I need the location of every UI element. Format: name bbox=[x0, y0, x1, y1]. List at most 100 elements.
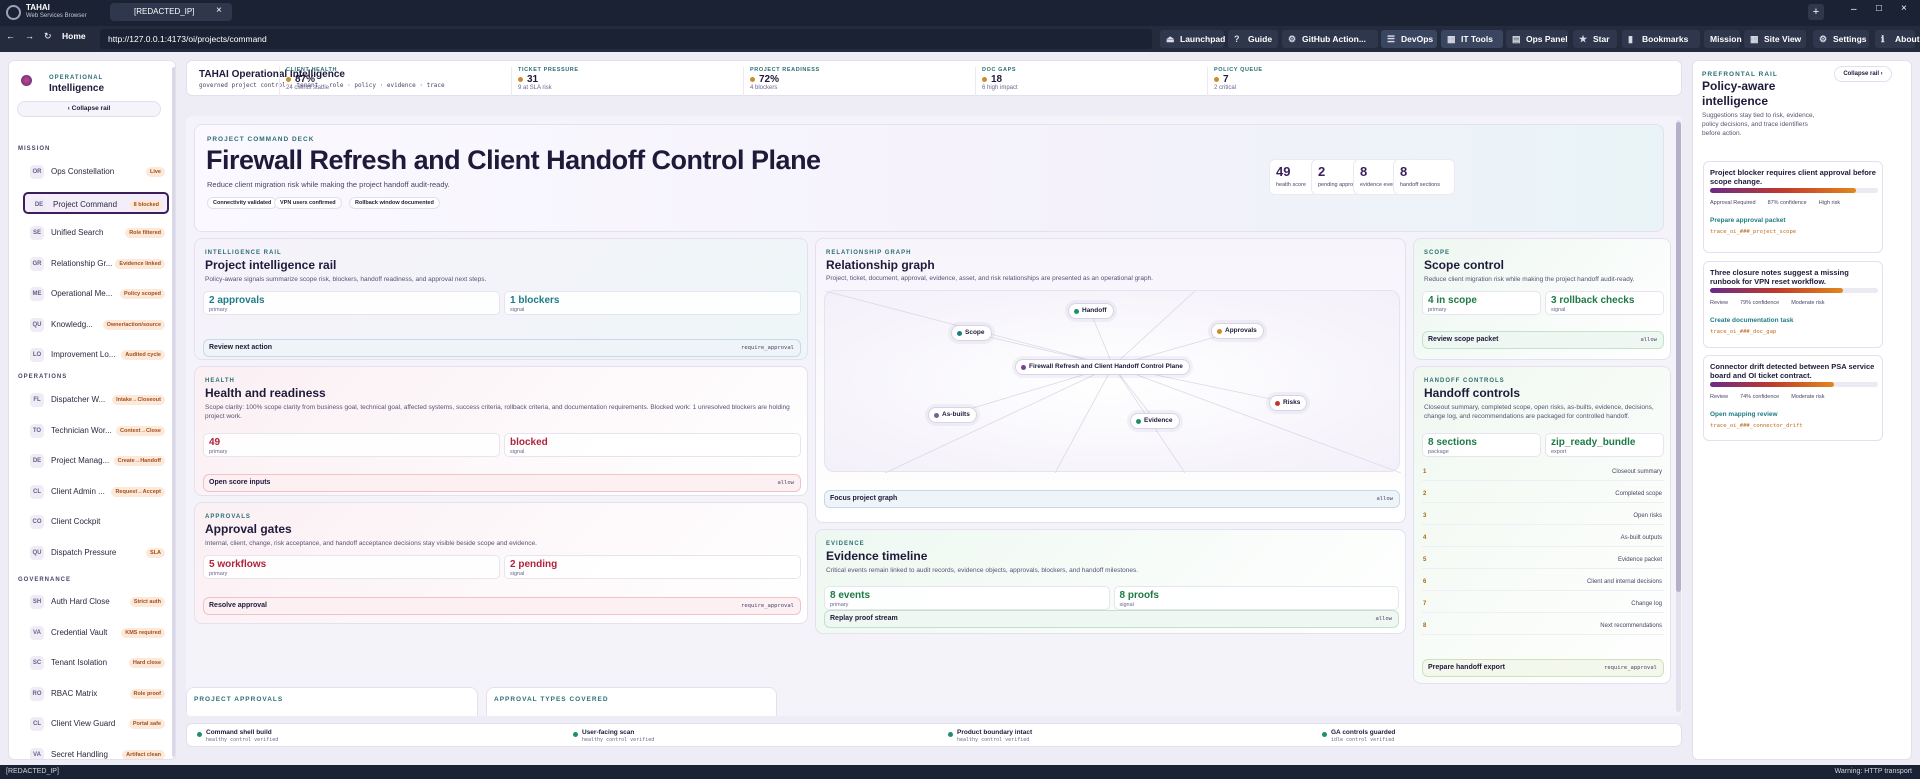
collapse-rail-button[interactable]: ‹ Collapse rail bbox=[17, 101, 161, 117]
handoff-row[interactable]: 6 Client and internal decisions bbox=[1422, 573, 1664, 591]
handoff-row[interactable]: 7 Change log bbox=[1422, 595, 1664, 613]
toolbar-button-github-action-[interactable]: ⚙ GitHub Action... bbox=[1282, 30, 1378, 48]
node-dot-icon bbox=[1074, 309, 1079, 314]
control-check: Command shell build healthy control verif… bbox=[197, 726, 557, 746]
metric-primary: 4 in scope primary bbox=[1422, 291, 1541, 315]
card-action-button[interactable]: Review next action require_approval bbox=[203, 339, 801, 357]
toolbar-button-settings[interactable]: ⚙ Settings bbox=[1813, 30, 1869, 48]
toolbar-button-label: Site View bbox=[1764, 34, 1802, 44]
card-action-button[interactable]: Review scope packet allow bbox=[1422, 331, 1664, 349]
card-title: Evidence timeline bbox=[826, 549, 928, 563]
focus-graph-button[interactable]: Focus project graph allow bbox=[824, 490, 1400, 508]
suggestion-link[interactable]: Open mapping review bbox=[1710, 411, 1778, 418]
sidebar-item-ops-constellation[interactable]: OR Ops Constellation Live bbox=[23, 161, 169, 183]
graph-node-approvals[interactable]: Approvals bbox=[1211, 323, 1264, 339]
graph-node-handoff[interactable]: Handoff bbox=[1068, 303, 1114, 319]
toolbar-button-label: About bbox=[1895, 34, 1920, 44]
address-bar[interactable]: http://127.0.0.1:4173/oi/projects/comman… bbox=[100, 29, 1152, 49]
sidebar-item-improvement-lo[interactable]: LO Improvement Lo... Audited cycle bbox=[23, 344, 169, 366]
handoff-row[interactable]: 2 Completed scope bbox=[1422, 485, 1664, 503]
handoff-row[interactable]: 8 Next recommendations bbox=[1422, 617, 1664, 635]
action-label: Review scope packet bbox=[1428, 336, 1499, 343]
toolbar-icon: ▦ bbox=[1750, 34, 1759, 44]
sidebar-item-rbac-matrix[interactable]: RO RBAC Matrix Role proof bbox=[23, 683, 169, 705]
handoff-row[interactable]: 3 Open risks bbox=[1422, 507, 1664, 525]
sidebar-item-dispatcher-w[interactable]: FL Dispatcher W... Intake→Closeout bbox=[23, 389, 169, 411]
graph-desc: Project, ticket, document, approval, evi… bbox=[826, 275, 1153, 282]
toolbar-button-about[interactable]: ℹ About bbox=[1875, 30, 1920, 48]
toolbar-button-launchpad[interactable]: ⏏ Launchpad bbox=[1160, 30, 1225, 48]
main-scroll-thumb[interactable] bbox=[1676, 122, 1681, 592]
graph-node-center[interactable]: Firewall Refresh and Client Handoff Cont… bbox=[1015, 359, 1190, 375]
main-scrollbar[interactable] bbox=[1676, 120, 1681, 712]
row-text: Change log bbox=[1631, 601, 1662, 607]
card-action-button[interactable]: Resolve approval require_approval bbox=[203, 597, 801, 615]
nav-badge: Hard close bbox=[128, 658, 165, 668]
toolbar-button-star[interactable]: ★ Star bbox=[1573, 30, 1617, 48]
nav-badge: Create→Handoff bbox=[113, 456, 165, 466]
graph-node-asbuilts[interactable]: As-builts bbox=[928, 407, 977, 423]
kpi-label: DOC GAPS bbox=[982, 67, 1017, 73]
toolbar-button-devops[interactable]: ☰ DevOps bbox=[1381, 30, 1437, 48]
toolbar-button-site-view[interactable]: ▦ Site View bbox=[1744, 30, 1806, 48]
handoff-row[interactable]: 5 Evidence packet bbox=[1422, 551, 1664, 569]
toolbar-button-label: IT Tools bbox=[1461, 34, 1493, 44]
tab-close-icon[interactable]: × bbox=[216, 5, 222, 16]
toolbar-button-mission[interactable]: Mission bbox=[1704, 30, 1742, 48]
maximize-icon[interactable]: □ bbox=[1876, 3, 1882, 14]
sidebar-item-operational-me[interactable]: ME Operational Me... Policy scoped bbox=[23, 283, 169, 305]
suggestion-link[interactable]: Prepare approval packet bbox=[1710, 217, 1786, 224]
sidebar-item-project-command[interactable]: DE Project Command 8 blocked bbox=[23, 191, 169, 214]
sidebar-item-client-cockpit[interactable]: CO Client Cockpit bbox=[23, 511, 169, 533]
sidebar-item-secret-handling[interactable]: VA Secret Handling Artifact clean bbox=[23, 744, 169, 759]
kpi-value: 31 bbox=[518, 74, 731, 85]
sidebar-item-project-manag[interactable]: DE Project Manag... Create→Handoff bbox=[23, 450, 169, 472]
toolbar-button-label: Guide bbox=[1248, 34, 1273, 44]
browser-tab[interactable]: [REDACTED_IP] × bbox=[110, 3, 232, 21]
suggestion-trace: trace_oi_###_project_scope bbox=[1710, 229, 1797, 235]
handoff-row[interactable]: 4 As-built outputs bbox=[1422, 529, 1664, 547]
sidebar-item-credential-vault[interactable]: VA Credential Vault KMS required bbox=[23, 622, 169, 644]
sidebar-item-unified-search[interactable]: SE Unified Search Role filtered bbox=[23, 222, 169, 244]
home-button[interactable]: Home bbox=[62, 31, 86, 41]
row-number: 5 bbox=[1423, 557, 1427, 563]
rail-collapse-button[interactable]: Collapse rail › bbox=[1834, 66, 1892, 82]
toolbar-button-guide[interactable]: ? Guide bbox=[1228, 30, 1278, 48]
kpi-value: 72% bbox=[750, 74, 963, 85]
minimize-icon[interactable]: – bbox=[1851, 4, 1857, 15]
sidebar-item-tenant-isolation[interactable]: SC Tenant Isolation Hard close bbox=[23, 652, 169, 674]
handoff-row[interactable]: 1 Closeout summary bbox=[1422, 463, 1664, 481]
card-action-button[interactable]: Prepare handoff export require_approval bbox=[1422, 659, 1664, 677]
sidebar-scrollbar[interactable] bbox=[172, 67, 175, 757]
sidebar-item-relationship-gr[interactable]: GR Relationship Gr... Evidence linked bbox=[23, 253, 169, 275]
sidebar-item-auth-hard-close[interactable]: SH Auth Hard Close Strict auth bbox=[23, 591, 169, 613]
node-dot-icon bbox=[1136, 419, 1141, 424]
sidebar-item-knowledg[interactable]: QU Knowledg... Owner/action/source bbox=[23, 314, 169, 336]
card-action-button[interactable]: Replay proof stream allow bbox=[824, 610, 1399, 628]
graph-node-scope[interactable]: Scope bbox=[951, 325, 992, 341]
reload-icon[interactable]: ↻ bbox=[44, 31, 52, 42]
sidebar-item-technician-wor[interactable]: TO Technician Wor... Context→Close bbox=[23, 420, 169, 442]
metric-signal: blocked signal bbox=[504, 433, 801, 457]
suggestion-link[interactable]: Create documentation task bbox=[1710, 317, 1793, 324]
metric-primary: 5 workflows primary bbox=[203, 555, 500, 579]
row-text: Closeout summary bbox=[1611, 469, 1662, 475]
toolbar-button-it-tools[interactable]: ▦ IT Tools bbox=[1441, 30, 1503, 48]
sidebar-item-dispatch-pressure[interactable]: QU Dispatch Pressure SLA bbox=[23, 542, 169, 564]
graph-node-evidence[interactable]: Evidence bbox=[1130, 413, 1180, 429]
back-icon[interactable]: ← bbox=[6, 31, 15, 41]
toolbar-icon: ? bbox=[1234, 34, 1240, 44]
new-tab-icon[interactable]: + bbox=[1808, 4, 1824, 20]
forward-icon[interactable]: → bbox=[25, 31, 34, 41]
window-close-icon[interactable]: × bbox=[1901, 3, 1907, 14]
toolbar-button-ops-panel[interactable]: ▤ Ops Panel bbox=[1506, 30, 1568, 48]
sidebar-item-client-admin[interactable]: CL Client Admin ... Request→Accept bbox=[23, 481, 169, 503]
metric-value: 3 rollback checks bbox=[1551, 295, 1635, 306]
kpi-label: PROJECT READINESS bbox=[750, 67, 820, 73]
kpi-value-text: 31 bbox=[527, 74, 539, 85]
card-action-button[interactable]: Open score inputs allow bbox=[203, 474, 801, 492]
sidebar-item-client-view-guard[interactable]: CL Client View Guard Portal safe bbox=[23, 713, 169, 735]
node-label: Handoff bbox=[1082, 307, 1107, 314]
graph-node-risks[interactable]: Risks bbox=[1269, 395, 1308, 411]
toolbar-button-bookmarks[interactable]: ▮ Bookmarks bbox=[1622, 30, 1700, 48]
